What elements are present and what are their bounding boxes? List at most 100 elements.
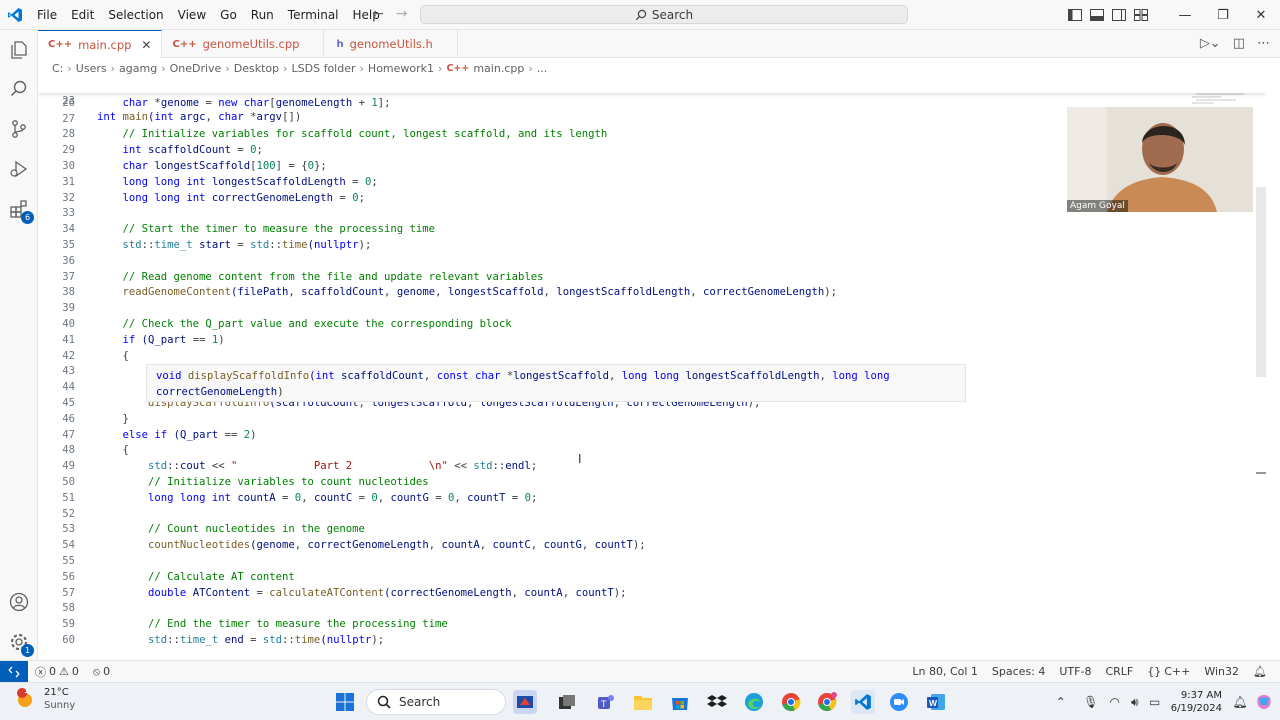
code-line[interactable]: 54 countNucleotides(genome, correctGenom… bbox=[38, 537, 1266, 553]
close-tab-icon[interactable]: ✕ bbox=[141, 38, 151, 52]
breadcrumb-item[interactable]: main.cpp bbox=[473, 62, 524, 75]
weather-widget[interactable]: 1 21°C Sunny bbox=[14, 686, 75, 712]
volume-icon[interactable]: 🔊︎ bbox=[1125, 683, 1145, 720]
word-icon[interactable]: W bbox=[924, 690, 948, 714]
menu-edit[interactable]: Edit bbox=[64, 0, 101, 30]
dropbox-icon[interactable] bbox=[705, 690, 729, 714]
code-line[interactable]: 47 else if (Q_part == 2) bbox=[38, 427, 1266, 443]
menu-go[interactable]: Go bbox=[213, 0, 244, 30]
run-and-debug-icon[interactable] bbox=[7, 157, 31, 181]
search-sidebar-icon[interactable] bbox=[7, 77, 31, 101]
cursor-position[interactable]: Ln 80, Col 1 bbox=[905, 665, 985, 678]
start-windows-icon[interactable] bbox=[333, 690, 357, 714]
menu-terminal[interactable]: Terminal bbox=[281, 0, 346, 30]
code-line[interactable]: 35 std::time_t start = std::time(nullptr… bbox=[38, 237, 1266, 253]
close-window-icon[interactable]: ✕ bbox=[1242, 0, 1280, 30]
extensions-icon[interactable]: 6 bbox=[7, 197, 34, 224]
microsoft-store-icon[interactable] bbox=[668, 690, 692, 714]
code-line[interactable]: 57 double ATContent = calculateATContent… bbox=[38, 585, 1266, 601]
code-line[interactable]: 48 { bbox=[38, 442, 1266, 458]
copilot-icon[interactable] bbox=[1254, 683, 1274, 720]
breadcrumb-item[interactable]: Homework1 bbox=[368, 62, 434, 75]
teams-icon[interactable]: T bbox=[594, 690, 618, 714]
code-line[interactable]: 55 bbox=[38, 553, 1266, 569]
code-line[interactable]: 53 // Count nucleotides in the genome bbox=[38, 521, 1266, 537]
command-center-search[interactable]: Search bbox=[420, 5, 908, 24]
platform-config[interactable]: Win32 bbox=[1197, 665, 1246, 678]
run-code-icon[interactable]: ▷⌄ bbox=[1200, 36, 1221, 51]
problems-indicator[interactable]: ⓧ 0 ⚠ 0 bbox=[28, 664, 86, 680]
breadcrumb-item[interactable]: Users bbox=[76, 62, 107, 75]
toggle-secondary-sidebar-icon[interactable] bbox=[1108, 0, 1130, 30]
forward-arrow-icon[interactable]: → bbox=[396, 6, 408, 22]
breadcrumb-item[interactable]: C: bbox=[52, 62, 63, 75]
code-line[interactable]: 36 bbox=[38, 253, 1266, 269]
breadcrumb-item[interactable]: Desktop bbox=[234, 62, 279, 75]
code-line[interactable]: 40 // Check the Q_part value and execute… bbox=[38, 316, 1266, 332]
language-mode[interactable]: {} C++ bbox=[1140, 665, 1197, 678]
code-line[interactable]: 34 // Start the timer to measure the pro… bbox=[38, 221, 1266, 237]
line-number: 34 bbox=[62, 223, 75, 236]
toggle-panel-icon[interactable] bbox=[1086, 0, 1108, 30]
source-control-icon[interactable] bbox=[7, 117, 31, 141]
notification-bell-icon[interactable]: 🔔︎ bbox=[1230, 683, 1250, 720]
back-arrow-icon[interactable]: ← bbox=[372, 6, 384, 22]
tab-genomeutils-cpp[interactable]: C++ genomeUtils.cpp bbox=[162, 30, 325, 58]
split-editor-icon[interactable]: ◫ bbox=[1233, 36, 1245, 51]
vscode-taskbar-icon[interactable] bbox=[851, 690, 875, 714]
ports-indicator[interactable]: ⦸ 0 bbox=[86, 665, 117, 679]
code-line[interactable]: 37 // Read genome content from the file … bbox=[38, 269, 1266, 285]
menu-run[interactable]: Run bbox=[244, 0, 281, 30]
toggle-primary-sidebar-icon[interactable] bbox=[1064, 0, 1086, 30]
code-line[interactable]: 60 std::time_t end = std::time(nullptr); bbox=[38, 632, 1266, 648]
menu-selection[interactable]: Selection bbox=[101, 0, 170, 30]
more-actions-icon[interactable]: ⋯ bbox=[1257, 36, 1270, 51]
code-line[interactable]: 56 // Calculate AT content bbox=[38, 569, 1266, 585]
code-line[interactable]: 59 // End the timer to measure the proce… bbox=[38, 616, 1266, 632]
explorer-icon[interactable] bbox=[7, 38, 31, 62]
code-line[interactable]: 38 readGenomeContent(filePath, scaffoldC… bbox=[38, 284, 1266, 300]
accounts-icon[interactable] bbox=[7, 590, 31, 614]
breadcrumb-item[interactable]: LSDS folder bbox=[292, 62, 356, 75]
code-line[interactable]: 58 bbox=[38, 600, 1266, 616]
code-line[interactable]: 51 long long int countA = 0, countC = 0,… bbox=[38, 490, 1266, 506]
code-line[interactable]: 49 std::cout << " Part 2 \n" << std::end… bbox=[38, 458, 1266, 474]
microphone-icon[interactable]: 🎙︎ bbox=[1081, 683, 1101, 720]
file-encoding[interactable]: UTF-8 bbox=[1052, 665, 1098, 678]
breadcrumb-item[interactable]: ... bbox=[537, 62, 548, 75]
customize-layout-icon[interactable] bbox=[1130, 0, 1152, 30]
chevron-up-icon[interactable]: ⌃ bbox=[1051, 683, 1071, 720]
code-line[interactable]: 42 { bbox=[38, 348, 1266, 364]
menu-view[interactable]: View bbox=[171, 0, 213, 30]
code-line[interactable]: 39 bbox=[38, 300, 1266, 316]
code-line[interactable]: 46 } bbox=[38, 411, 1266, 427]
breadcrumb-item[interactable]: OneDrive bbox=[170, 62, 222, 75]
breadcrumb-item[interactable]: agamg bbox=[119, 62, 157, 75]
edge-browser-icon[interactable] bbox=[742, 690, 766, 714]
vertical-scrollbar[interactable] bbox=[1256, 187, 1266, 377]
tab-main-cpp[interactable]: C++ main.cpp ✕ bbox=[38, 30, 163, 58]
remote-window-icon[interactable] bbox=[0, 661, 28, 682]
manage-gear-icon[interactable]: 1 bbox=[7, 630, 34, 657]
wifi-icon[interactable]: ◠ bbox=[1105, 683, 1125, 720]
chrome-icon[interactable] bbox=[779, 690, 803, 714]
widgets-news-icon[interactable] bbox=[513, 690, 537, 714]
code-line[interactable]: 41 if (Q_part == 1) bbox=[38, 332, 1266, 348]
code-line[interactable]: 52 bbox=[38, 506, 1266, 522]
restore-icon[interactable]: ❐ bbox=[1204, 0, 1242, 30]
minimize-icon[interactable]: — bbox=[1166, 0, 1204, 30]
indentation[interactable]: Spaces: 4 bbox=[985, 665, 1052, 678]
battery-icon[interactable]: ▭ bbox=[1145, 683, 1165, 720]
chrome-profile-icon[interactable] bbox=[815, 690, 839, 714]
notifications-bell-icon[interactable]: 🔔︎ bbox=[1246, 665, 1274, 678]
end-of-line[interactable]: CRLF bbox=[1098, 665, 1140, 678]
sticky-scroll-line[interactable]: 23 int main(int argc, char *argv[]) bbox=[38, 77, 1266, 123]
clock[interactable]: 9:37 AM 6/19/2024 bbox=[1165, 689, 1230, 715]
task-view-icon[interactable] bbox=[555, 690, 579, 714]
menu-file[interactable]: File bbox=[30, 0, 64, 30]
tab-genomeutils-h[interactable]: h genomeUtils.h bbox=[324, 30, 458, 58]
file-explorer-icon[interactable] bbox=[631, 690, 655, 714]
taskbar-search[interactable]: Search bbox=[366, 689, 506, 715]
code-line[interactable]: 50 // Initialize variables to count nucl… bbox=[38, 474, 1266, 490]
zoom-icon[interactable] bbox=[887, 690, 911, 714]
